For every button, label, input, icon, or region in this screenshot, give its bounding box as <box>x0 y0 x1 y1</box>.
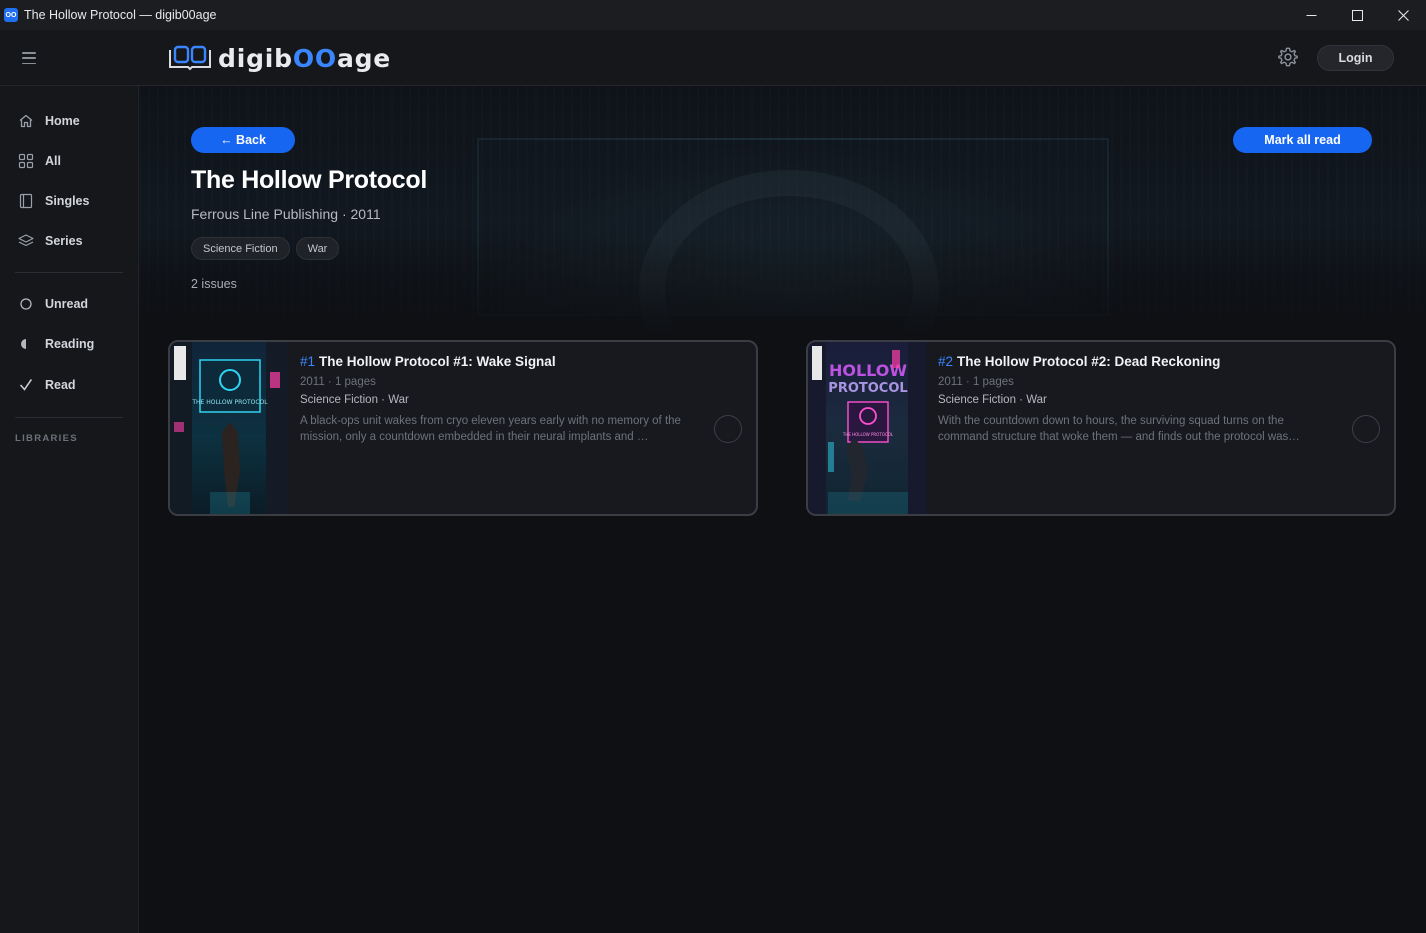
sidebar-item-reading[interactable]: Reading <box>0 328 138 360</box>
issue-number: #1 <box>300 354 316 369</box>
svg-text:PROTOCOL: PROTOCOL <box>828 381 907 396</box>
cover-title-text: THE HOLLOW PROTOCOL <box>191 399 268 406</box>
check-icon <box>18 377 34 393</box>
sidebar-item-home[interactable]: Home <box>0 105 138 137</box>
layers-icon <box>18 233 34 249</box>
issue-meta: 2011 · 1 pages <box>300 376 376 388</box>
home-icon <box>18 113 34 129</box>
window-title: The Hollow Protocol — digib00age <box>24 8 217 22</box>
app-header: digibOOage Login <box>0 30 1426 86</box>
issue-genres: Science Fiction · War <box>938 394 1047 406</box>
sidebar-divider <box>15 417 123 418</box>
sidebar: Home All Singles Series Unread Reading R… <box>0 86 139 933</box>
hamburger-menu-icon[interactable] <box>22 52 36 64</box>
sidebar-item-label: Home <box>45 114 80 128</box>
login-button[interactable]: Login <box>1317 45 1394 71</box>
sidebar-item-singles[interactable]: Singles <box>0 185 138 217</box>
sidebar-item-unread[interactable]: Unread <box>0 288 138 320</box>
window-titlebar: OO The Hollow Protocol — digib00age <box>0 0 1426 30</box>
issue-card-body: #1 The Hollow Protocol #1: Wake Signal 20… <box>300 354 700 445</box>
logo-book-icon <box>169 45 211 71</box>
issue-card[interactable]: HOLLOW PROTOCOL THE HOLLOW PROTOCOL #2 Th… <box>806 340 1396 516</box>
issue-title: #2 The Hollow Protocol #2: Dead Reckoning <box>938 354 1221 369</box>
book-icon <box>18 193 34 209</box>
mark-read-toggle[interactable] <box>1352 415 1380 443</box>
window-controls <box>1288 0 1426 30</box>
issue-description: With the countdown down to hours, the su… <box>938 415 1300 443</box>
app-logo[interactable]: digibOOage <box>168 43 391 73</box>
sidebar-item-read[interactable]: Read <box>0 369 138 401</box>
minimize-icon <box>1306 14 1316 16</box>
issue-number: #2 <box>938 354 954 369</box>
maximize-icon <box>1351 9 1363 21</box>
mark-all-read-button[interactable]: Mark all read <box>1233 127 1372 153</box>
sidebar-divider <box>15 272 123 273</box>
sidebar-item-all[interactable]: All <box>0 145 138 177</box>
issue-meta: 2011 · 1 pages <box>938 376 1014 388</box>
minimize-button[interactable] <box>1288 0 1334 30</box>
issue-genres: Science Fiction · War <box>300 394 409 406</box>
genre-tag[interactable]: War <box>295 237 340 260</box>
genre-tags: Science Fiction War <box>191 237 340 260</box>
sidebar-item-label: Series <box>45 234 83 248</box>
sidebar-item-label: Reading <box>45 337 95 351</box>
back-button[interactable]: ← Back <box>191 127 295 153</box>
logo-wordmark: digibOOage <box>218 43 392 73</box>
close-button[interactable] <box>1380 0 1426 30</box>
close-icon <box>1397 9 1409 21</box>
sidebar-item-series[interactable]: Series <box>0 225 138 257</box>
half-circle-icon <box>18 336 34 352</box>
series-publisher-year: Ferrous Line Publishing · 2011 <box>191 206 381 222</box>
issue-title: #1 The Hollow Protocol #1: Wake Signal <box>300 354 556 369</box>
issue-count: 2 issues <box>191 277 237 291</box>
sidebar-item-label: All <box>45 154 61 168</box>
sidebar-item-label: Read <box>45 378 76 392</box>
settings-gear-icon[interactable] <box>1277 46 1299 68</box>
main-content: ← Back Mark all read The Hollow Protocol… <box>139 86 1426 933</box>
circle-outline-icon <box>18 296 34 312</box>
issue-cover-image: THE HOLLOW PROTOCOL <box>170 342 288 514</box>
genre-tag[interactable]: Science Fiction <box>191 237 290 260</box>
cover-title-text: THE HOLLOW PROTOCOL <box>842 432 894 437</box>
mark-read-toggle[interactable] <box>714 415 742 443</box>
libraries-section-label: LIBRARIES <box>15 433 78 444</box>
maximize-button[interactable] <box>1334 0 1380 30</box>
issue-card[interactable]: THE HOLLOW PROTOCOL #1 The Hollow Protoco… <box>168 340 758 516</box>
sidebar-item-label: Unread <box>45 297 89 311</box>
sidebar-item-label: Singles <box>45 194 90 208</box>
app-icon: OO <box>4 8 18 22</box>
page-title: The Hollow Protocol <box>191 166 427 194</box>
issue-description: A black-ops unit wakes from cryo eleven … <box>300 415 681 443</box>
issue-cover-image: HOLLOW PROTOCOL THE HOLLOW PROTOCOL <box>808 342 926 514</box>
grid-icon <box>18 153 34 169</box>
issue-card-body: #2 The Hollow Protocol #2: Dead Reckoning… <box>938 354 1338 445</box>
